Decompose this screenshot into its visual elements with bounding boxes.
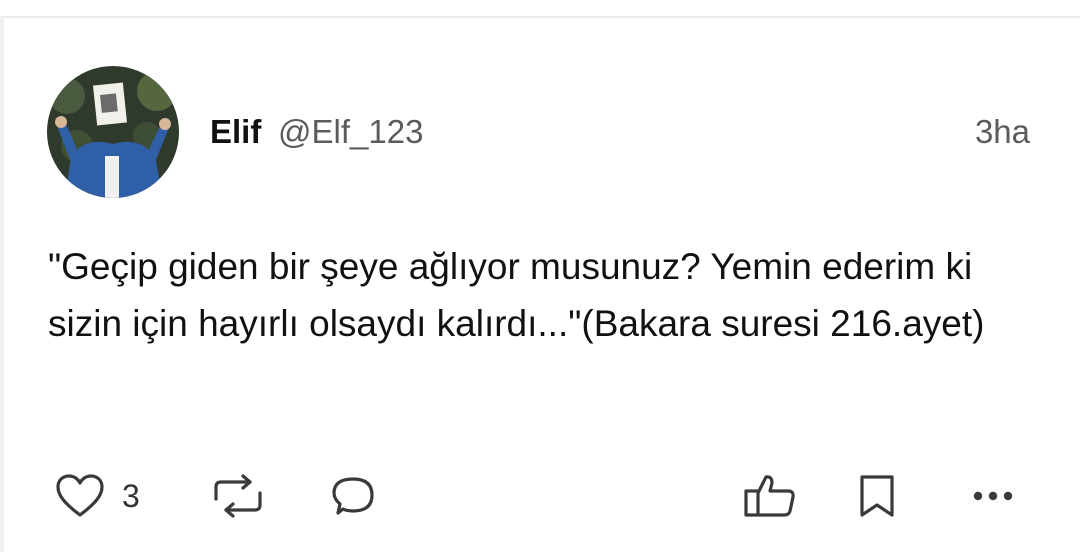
post-timestamp: 3ha	[974, 113, 1030, 150]
heart-icon	[56, 474, 104, 517]
thumbs-up-icon	[744, 475, 795, 517]
bookmark-button[interactable]	[858, 473, 896, 519]
comment-bubble-icon	[332, 477, 374, 515]
repost-icon	[214, 474, 262, 518]
bookmark-icon	[860, 475, 894, 517]
reply-button[interactable]	[328, 473, 378, 519]
author-avatar[interactable]	[47, 66, 179, 198]
post-text: "Geçip giden bir şeye ağlıyor musunuz? Y…	[48, 246, 985, 344]
avatar-photo-icon	[47, 66, 179, 198]
author-handle[interactable]: @Elf_123	[278, 113, 423, 151]
like-count: 3	[122, 477, 140, 514]
upvote-button[interactable]	[742, 473, 798, 519]
post-card: Elif @Elf_123 3ha "Geçip giden bir şeye …	[0, 18, 1080, 552]
more-options-button[interactable]	[970, 473, 1016, 519]
more-dots-icon	[973, 491, 1013, 501]
like-button[interactable]: 3	[54, 473, 140, 519]
repost-button[interactable]	[210, 473, 266, 519]
author-name[interactable]: Elif	[210, 113, 261, 151]
